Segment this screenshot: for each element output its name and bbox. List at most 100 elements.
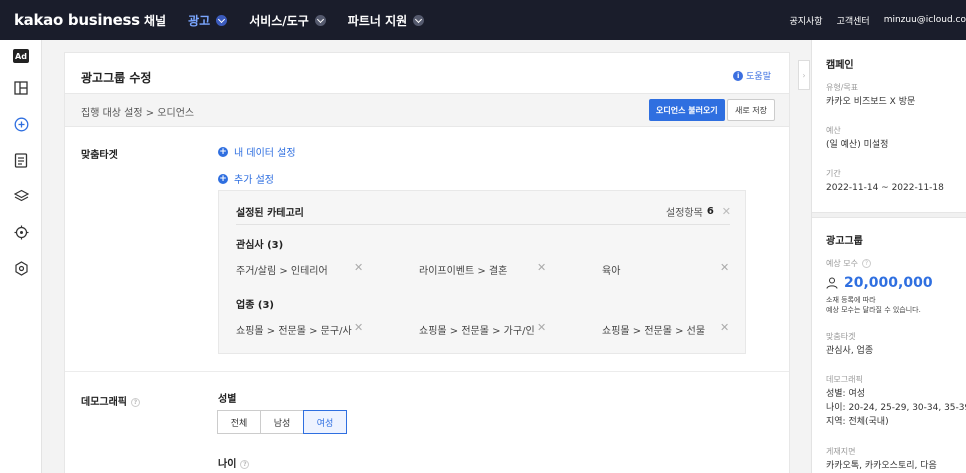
help-icon[interactable]: ? bbox=[131, 397, 140, 407]
chevron-down-icon bbox=[314, 14, 326, 26]
count-label: 설정항목 bbox=[666, 208, 703, 219]
kakao-business-logo[interactable]: kakao business bbox=[14, 11, 144, 29]
gender-segmented-control: 전체 남성 여성 bbox=[217, 410, 347, 434]
extra-setting-label: 추가 설정 bbox=[234, 175, 274, 186]
clear-all-icon[interactable]: ✕ bbox=[722, 205, 731, 218]
gender-option-female[interactable]: 여성 bbox=[303, 410, 347, 434]
demographic-summary-label: 데모그래픽 bbox=[826, 375, 863, 384]
summary-panel: 캠페인 유형/목표 카카오 비즈보드 X 방문 예산 (일 예산) 미설정 기간… bbox=[811, 40, 966, 473]
plus-icon: + bbox=[218, 173, 228, 184]
customer-center-link[interactable]: 고객센터 bbox=[837, 14, 870, 27]
remove-icon[interactable]: ✕ bbox=[537, 321, 546, 334]
gender-option-all[interactable]: 전체 bbox=[217, 410, 261, 434]
remove-icon[interactable]: ✕ bbox=[354, 321, 363, 334]
gender-option-male[interactable]: 남성 bbox=[260, 410, 304, 434]
campaign-heading: 캠페인 bbox=[826, 60, 854, 71]
age-label: 나이? bbox=[218, 455, 250, 470]
account-email[interactable]: minzuu@icloud.co bbox=[884, 15, 966, 25]
help-icon[interactable]: ? bbox=[240, 459, 250, 469]
nav-channel[interactable]: 채널 bbox=[144, 12, 166, 29]
save-new-button[interactable]: 새로 저장 bbox=[727, 99, 775, 121]
interest-group-title: 관심사 (3) bbox=[236, 240, 284, 251]
target-label: 맞춤타겟 bbox=[826, 332, 856, 341]
target-value: 관심사, 업종 bbox=[826, 346, 874, 356]
my-data-setting-link[interactable]: + 내 데이터 설정 bbox=[218, 144, 296, 159]
left-sidebar: Ad bbox=[0, 40, 42, 473]
top-right-links: 공지사항 고객센터 minzuu@icloud.co bbox=[775, 0, 966, 40]
help-icon[interactable]: ? bbox=[861, 259, 871, 268]
settings-icon[interactable] bbox=[13, 260, 29, 276]
report-icon[interactable] bbox=[13, 152, 29, 168]
demographic-gender: 성별: 여성 bbox=[826, 389, 866, 399]
population-label: 예상 모수? bbox=[826, 258, 871, 269]
industry-item: 쇼핑몰 > 전문몰 > 선물 bbox=[602, 326, 706, 337]
top-navigation-bar: kakao business 채널 광고 서비스/도구 파트너 지원 공지사항 … bbox=[0, 0, 966, 40]
main-nav: 채널 광고 서비스/도구 파트너 지원 bbox=[144, 12, 446, 29]
extra-setting-link[interactable]: + 추가 설정 bbox=[218, 171, 274, 186]
selected-category-box: 설정된 카테고리 설정항목 6 ✕ 관심사 (3) 주거/살림 > 인테리어 ✕… bbox=[218, 190, 746, 354]
population-label-text: 예상 모수 bbox=[826, 259, 858, 268]
age-label-text: 나이 bbox=[218, 459, 237, 470]
nav-services-label: 서비스/도구 bbox=[249, 13, 309, 28]
remove-icon[interactable]: ✕ bbox=[537, 261, 546, 274]
collapse-panel-toggle[interactable]: › bbox=[798, 60, 810, 90]
nav-ads-label: 광고 bbox=[188, 13, 211, 28]
budget-value: (일 예산) 미설정 bbox=[826, 140, 889, 150]
breadcrumb: 집행 대상 설정 > 오디언스 bbox=[81, 108, 195, 119]
remove-icon[interactable]: ✕ bbox=[720, 261, 729, 274]
person-icon bbox=[826, 277, 838, 289]
industry-item: 쇼핑몰 > 전문몰 > 문구/사... bbox=[236, 326, 352, 337]
industry-item: 쇼핑몰 > 전문몰 > 가구/인... bbox=[419, 326, 535, 337]
population-value: 20,000,000 bbox=[844, 275, 933, 291]
ad-group-edit-card: 광고그룹 수정 i 도움말 집행 대상 설정 > 오디언스 오디언스 불러오기 새… bbox=[64, 52, 790, 473]
gender-label: 성별 bbox=[218, 394, 237, 405]
count-value: 6 bbox=[706, 206, 714, 217]
budget-label: 예산 bbox=[826, 126, 841, 135]
demographic-region: 지역: 전체(국내) bbox=[826, 417, 889, 427]
dashboard-icon[interactable] bbox=[13, 80, 29, 96]
chevron-down-icon bbox=[413, 14, 425, 26]
population-note-2: 예상 모수는 달라질 수 있습니다. bbox=[826, 306, 921, 314]
info-icon: i bbox=[733, 70, 744, 81]
custom-target-label: 맞춤타겟 bbox=[81, 150, 118, 161]
population-note-1: 소재 등록에 따라 bbox=[826, 296, 876, 304]
adgroup-heading: 광고그룹 bbox=[826, 236, 863, 247]
section-divider bbox=[65, 371, 789, 372]
placement-label: 게재지면 bbox=[826, 447, 856, 456]
ad-badge: Ad bbox=[13, 49, 29, 63]
type-label: 유형/목표 bbox=[826, 83, 859, 92]
nav-partner-label: 파트너 지원 bbox=[347, 13, 408, 28]
nav-services[interactable]: 서비스/도구 bbox=[249, 12, 326, 29]
remove-icon[interactable]: ✕ bbox=[720, 321, 729, 334]
section-separator bbox=[812, 212, 966, 218]
category-box-title: 설정된 카테고리 bbox=[236, 208, 304, 219]
chevron-right-icon: › bbox=[802, 70, 806, 80]
type-value: 카카오 비즈보드 X 방문 bbox=[826, 97, 916, 107]
period-label: 기간 bbox=[826, 169, 841, 178]
help-link[interactable]: i 도움말 bbox=[733, 69, 771, 82]
load-audience-button[interactable]: 오디언스 불러오기 bbox=[649, 99, 725, 121]
plus-icon: + bbox=[218, 146, 228, 157]
notice-link[interactable]: 공지사항 bbox=[789, 14, 822, 27]
page-title: 광고그룹 수정 bbox=[81, 71, 152, 85]
placement-value: 카카오톡, 카카오스토리, 다음 bbox=[826, 461, 937, 471]
ad-account-icon[interactable]: Ad bbox=[13, 48, 29, 64]
my-data-setting-label: 내 데이터 설정 bbox=[234, 148, 296, 159]
category-count: 설정항목 6 ✕ bbox=[666, 204, 731, 219]
layers-icon[interactable] bbox=[13, 188, 29, 204]
breadcrumb-bar: 집행 대상 설정 > 오디언스 오디언스 불러오기 새로 저장 bbox=[65, 93, 789, 127]
divider bbox=[236, 224, 730, 225]
estimated-population: 20,000,000 bbox=[826, 275, 933, 291]
add-circle-icon[interactable] bbox=[13, 116, 29, 132]
target-icon[interactable] bbox=[13, 224, 29, 240]
chevron-down-icon bbox=[216, 14, 228, 26]
demographic-age: 나이: 20-24, 25-29, 30-34, 35-39 bbox=[826, 403, 966, 413]
industry-group-title: 업종 (3) bbox=[236, 300, 274, 311]
demographic-label: 데모그래픽? bbox=[81, 393, 140, 408]
nav-ads[interactable]: 광고 bbox=[188, 12, 228, 29]
period-value: 2022-11-14 ~ 2022-11-18 bbox=[826, 183, 944, 193]
nav-channel-label: 채널 bbox=[144, 13, 167, 28]
demographic-label-text: 데모그래픽 bbox=[81, 397, 127, 408]
remove-icon[interactable]: ✕ bbox=[354, 261, 363, 274]
nav-partner[interactable]: 파트너 지원 bbox=[347, 12, 425, 29]
